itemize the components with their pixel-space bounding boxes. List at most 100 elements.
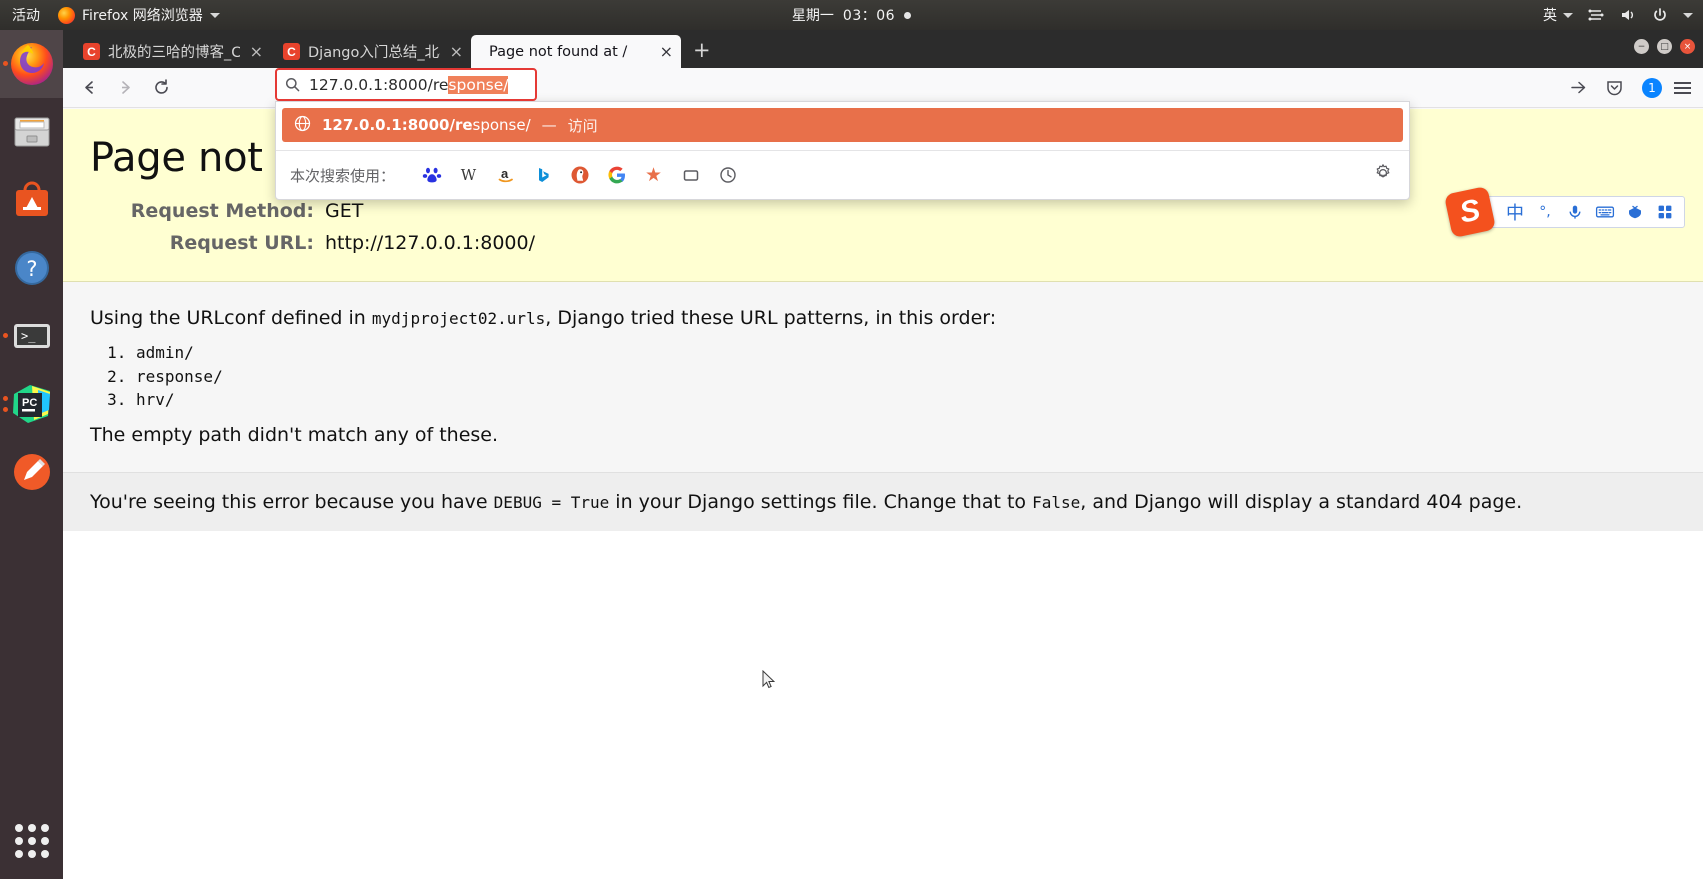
new-tab-button[interactable]: +	[681, 38, 721, 68]
show-applications-button[interactable]	[0, 811, 63, 871]
suggestion-action: 访问	[567, 116, 598, 135]
menu-icon[interactable]	[1674, 81, 1691, 94]
clock-area[interactable]: 星期一 03：06	[0, 0, 1703, 30]
address-bar[interactable]: 127.0.0.1:8000/response/	[275, 68, 537, 101]
system-menu-chevron-icon[interactable]	[1683, 12, 1693, 18]
running-indicator	[3, 61, 8, 66]
window-controls: − □ ×	[1634, 39, 1695, 54]
url-typed: 127.0.0.1:8000/re	[309, 75, 449, 94]
debug-true-code: DEBUG = True	[493, 493, 610, 513]
url-autocomplete-selection: sponse/	[448, 75, 509, 94]
csdn-icon: C	[283, 43, 300, 60]
debug-false-code: False	[1032, 493, 1081, 513]
urlconf-module: mydjproject02.urls	[371, 309, 546, 328]
baidu-icon[interactable]	[413, 160, 450, 190]
go-button[interactable]	[1562, 73, 1594, 103]
chinese-mode-label: 中	[1506, 203, 1524, 224]
suggestion-row-visit[interactable]: 127.0.0.1:8000/response/ — 访问	[282, 108, 1403, 142]
tab-close-icon[interactable]: ×	[450, 42, 463, 61]
terminal-icon: >_	[8, 312, 56, 360]
suggestion-bold: 127.0.0.1:8000/re	[322, 116, 473, 134]
input-method-indicator[interactable]: 英	[1543, 5, 1573, 25]
screenshot-tool-icon	[8, 448, 56, 496]
bookmarks-icon[interactable]: ★	[635, 160, 672, 190]
app-menu-button[interactable]: Firefox 网络浏览器	[58, 5, 220, 25]
wikipedia-icon[interactable]: W	[450, 160, 487, 190]
volume-icon[interactable]	[1619, 6, 1637, 24]
chinese-mode-toggle[interactable]: 中	[1500, 197, 1530, 227]
clock-time: 03：06	[842, 8, 896, 24]
tab-strip: C 北极的三哈的博客_CSDN × C Django入门总结_北极的三 × Pa…	[63, 30, 1703, 68]
minimize-button[interactable]: −	[1634, 39, 1649, 54]
back-button[interactable]	[73, 73, 105, 103]
tab-csdn-blog[interactable]: C 北极的三哈的博客_CSDN ×	[71, 35, 271, 68]
search-settings-gear-icon[interactable]	[1373, 163, 1393, 187]
account-badge[interactable]: 1	[1642, 77, 1662, 98]
maximize-button[interactable]: □	[1657, 39, 1672, 54]
chevron-down-icon	[209, 12, 220, 18]
tab-django-summary[interactable]: C Django入门总结_北极的三 ×	[271, 35, 471, 68]
no-match-sentence: The empty path didn't match any of these…	[90, 424, 499, 446]
close-window-button[interactable]: ×	[1680, 39, 1695, 54]
duckduckgo-icon[interactable]	[561, 160, 598, 190]
punctuation-toggle[interactable]: °,	[1530, 197, 1560, 227]
search-with-label: 本次搜索使用：	[290, 166, 396, 185]
google-icon[interactable]	[598, 160, 635, 190]
ubuntu-dock: ? >_ PC	[0, 30, 63, 879]
dock-item-files[interactable]	[0, 98, 63, 166]
files-icon	[8, 108, 56, 156]
amazon-icon[interactable]: a	[487, 160, 524, 190]
sogou-logo-icon[interactable]: S	[1443, 185, 1497, 239]
activities-button[interactable]: 活动	[12, 5, 40, 25]
skin-icon[interactable]	[1620, 197, 1650, 227]
running-indicator	[3, 407, 8, 412]
voice-input-icon[interactable]	[1560, 197, 1590, 227]
pocket-icon[interactable]	[1598, 73, 1630, 103]
debug-note: You're seeing this error because you hav…	[63, 473, 1703, 532]
svg-text:a: a	[501, 166, 509, 181]
suggestion-separator: —	[541, 116, 557, 134]
urlconf-trail: , Django tried these URL patterns, in th…	[545, 307, 997, 329]
list-item: hrv/	[136, 388, 1703, 411]
punctuation-label: °,	[1539, 204, 1551, 220]
running-indicator	[3, 396, 8, 401]
tab-close-icon[interactable]: ×	[660, 42, 673, 61]
network-icon[interactable]	[1587, 6, 1605, 24]
list-item: admin/	[136, 341, 1703, 364]
tab-close-icon[interactable]: ×	[250, 42, 263, 61]
dock-item-pycharm[interactable]: PC	[0, 370, 63, 438]
csdn-icon: C	[83, 43, 100, 60]
dock-item-terminal[interactable]: >_	[0, 302, 63, 370]
list-item: response/	[136, 365, 1703, 388]
power-icon[interactable]	[1651, 6, 1669, 24]
clock-day: 星期一	[791, 8, 834, 24]
dock-item-screenshot-tool[interactable]	[0, 438, 63, 506]
address-bar-dropdown: 127.0.0.1:8000/response/ — 访问 本次搜索使用： W	[275, 101, 1410, 200]
history-icon[interactable]	[709, 160, 746, 190]
toolbar-right-buttons: 1	[1598, 73, 1693, 103]
urlconf-sentence: Using the URLconf defined in mydjproject…	[90, 304, 1703, 333]
tabs-icon[interactable]	[672, 160, 709, 190]
tab-page-not-found[interactable]: Page not found at / ×	[471, 35, 681, 68]
svg-text:?: ?	[26, 257, 37, 281]
svg-text:PC: PC	[22, 397, 37, 409]
ime-menu-icon[interactable]	[1650, 197, 1680, 227]
reload-button[interactable]	[145, 73, 177, 103]
bing-icon[interactable]	[524, 160, 561, 190]
running-indicator	[3, 333, 8, 338]
chevron-down-icon	[1563, 12, 1573, 18]
dock-item-help[interactable]: ?	[0, 234, 63, 302]
ubuntu-software-icon	[8, 176, 56, 224]
dock-item-firefox[interactable]	[0, 30, 63, 98]
forward-button[interactable]	[109, 73, 141, 103]
firefox-icon	[58, 6, 75, 24]
suggestion-rest: sponse/	[472, 116, 531, 134]
sogou-ime-toolbar: S 中 °,	[1443, 185, 1685, 239]
soft-keyboard-icon[interactable]	[1590, 197, 1620, 227]
ime-label: 英	[1543, 8, 1557, 24]
mouse-cursor	[762, 669, 776, 694]
dock-item-ubuntu-software[interactable]	[0, 166, 63, 234]
system-status-area[interactable]: 英	[1543, 0, 1693, 30]
tab-label: 北极的三哈的博客_CSDN	[108, 45, 240, 61]
debug-note-part2: in your Django settings file. Change tha…	[609, 491, 1033, 514]
